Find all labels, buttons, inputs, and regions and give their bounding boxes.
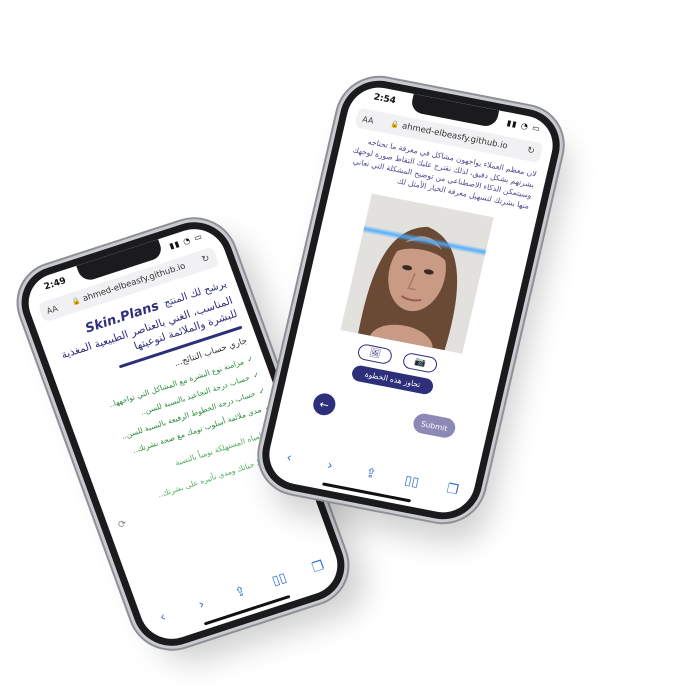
- face-photo-illustration: [340, 193, 494, 354]
- reader-aa-button[interactable]: AA: [362, 114, 375, 125]
- phone-right: 2:54 ▮▮ ◔ ▭ AA 🔒 ahmed-elbeasfy.github.i…: [254, 74, 568, 526]
- check-icon: ✓: [245, 353, 255, 365]
- camera-icon: 📷: [413, 356, 427, 369]
- back-nav-icon[interactable]: ‹: [151, 607, 175, 627]
- upload-photo-button[interactable]: 🖼: [356, 343, 394, 366]
- reload-icon[interactable]: ↻: [201, 254, 212, 266]
- back-nav-icon[interactable]: ‹: [278, 448, 301, 466]
- status-time: 2:49: [42, 276, 68, 293]
- face-photo: [340, 193, 494, 354]
- lock-icon: 🔒: [70, 296, 82, 307]
- take-photo-button[interactable]: 📷: [401, 351, 439, 374]
- lock-icon: 🔒: [389, 120, 401, 130]
- share-icon[interactable]: ⇪: [228, 582, 252, 602]
- tabs-icon[interactable]: ❐: [306, 557, 330, 577]
- bookmarks-icon[interactable]: ▯▯: [267, 569, 291, 589]
- status-icons: ▮▮ ◔ ▭: [168, 231, 204, 251]
- status-time: 2:54: [372, 92, 397, 107]
- forward-nav-icon[interactable]: ›: [190, 594, 214, 614]
- check-icon: ✓: [251, 369, 261, 381]
- status-icons: ▮▮ ◔ ▭: [505, 118, 542, 134]
- forward-nav-icon[interactable]: ›: [319, 456, 342, 474]
- phone-right-screen: 2:54 ▮▮ ◔ ▭ AA 🔒 ahmed-elbeasfy.github.i…: [263, 82, 559, 518]
- back-button[interactable]: ←: [311, 391, 338, 418]
- check-icon: ✓: [257, 385, 267, 397]
- safari-toolbar: ‹ › ⇪ ▯▯ ❐: [139, 548, 342, 636]
- photo-step-panel: لان معظم العملاء يواجهون مشاكل في معرفة …: [280, 125, 549, 446]
- reload-icon[interactable]: ↻: [526, 146, 536, 157]
- mockup-stage: 2:49 ▮▮ ◔ ▭ AA 🔒 ahmed-elbeasfy.github.i…: [0, 0, 700, 700]
- arrow-left-icon: ←: [318, 397, 331, 412]
- submit-button[interactable]: Submit: [411, 411, 458, 440]
- tabs-icon[interactable]: ❐: [441, 480, 464, 498]
- reader-aa-button[interactable]: AA: [45, 303, 59, 315]
- share-icon[interactable]: ⇪: [359, 464, 382, 482]
- bookmarks-icon[interactable]: ▯▯: [400, 472, 423, 490]
- image-icon: 🖼: [368, 348, 382, 361]
- form-navigation: ← Submit: [289, 387, 479, 444]
